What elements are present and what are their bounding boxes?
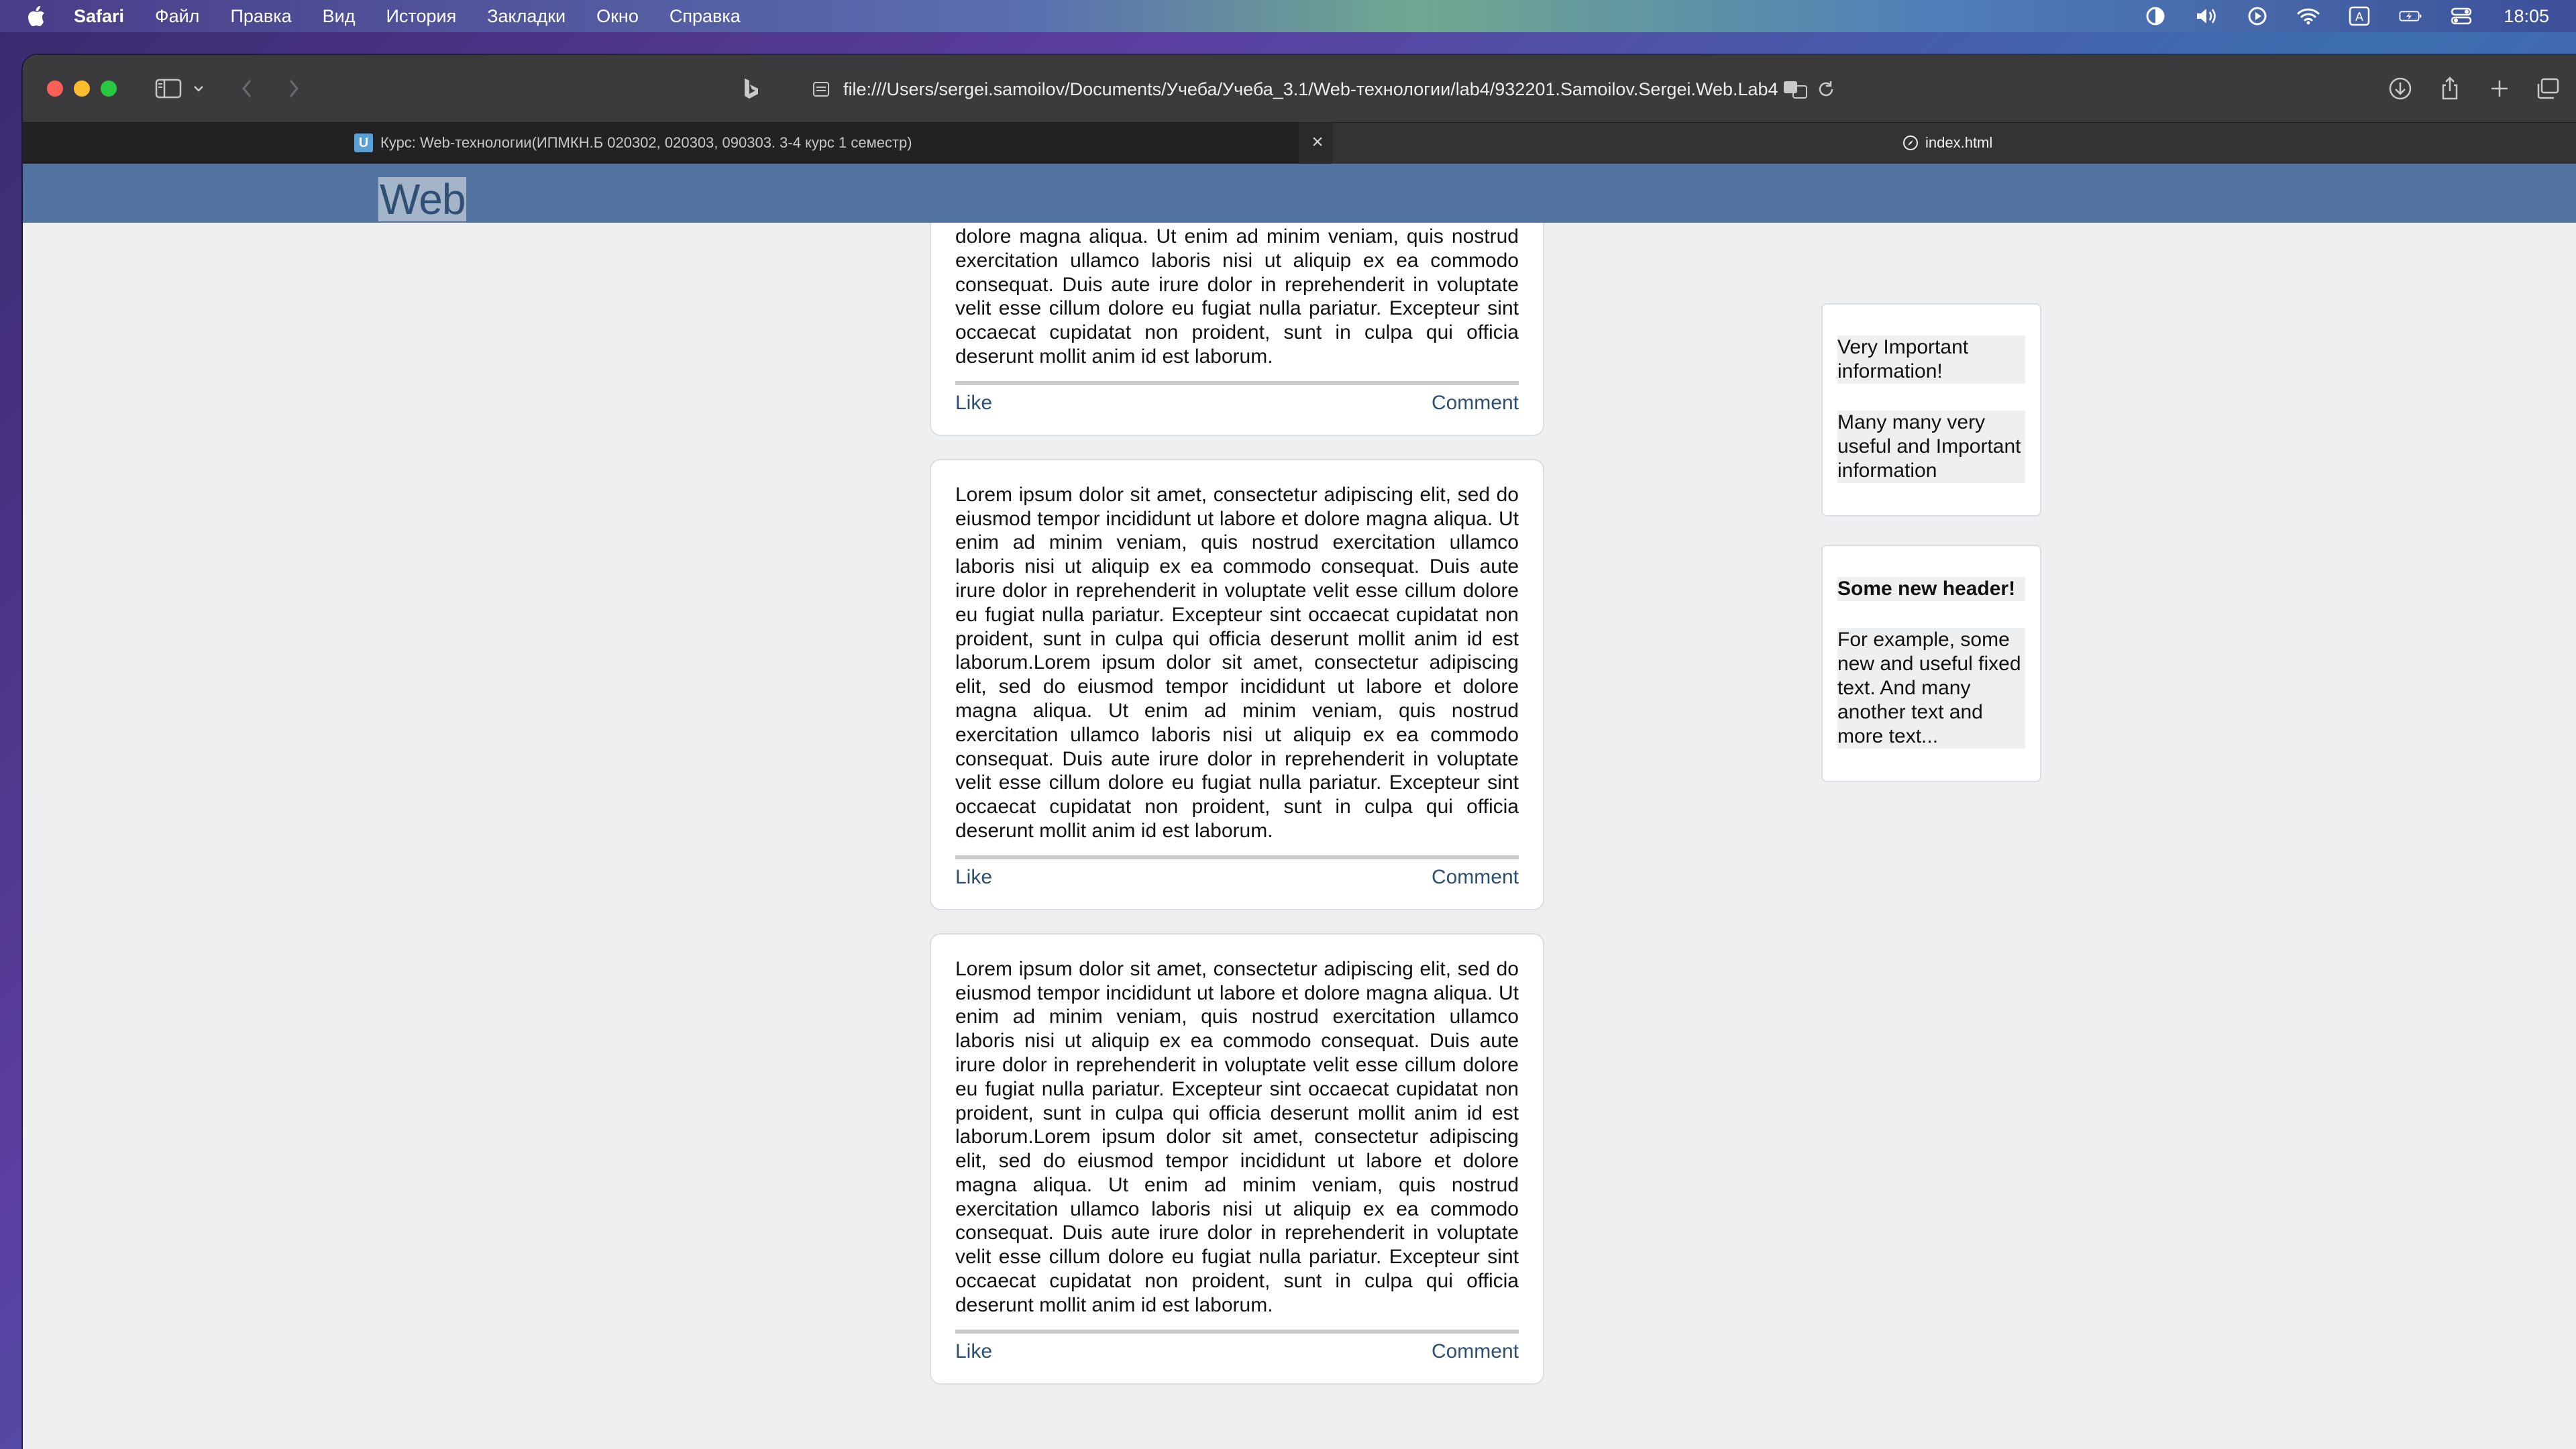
card-header: Some new header! (1837, 577, 2025, 601)
comment-link[interactable]: Comment (1432, 392, 1519, 415)
menu-window[interactable]: Окно (596, 6, 639, 27)
card-body: For example, some new and useful fixed t… (1837, 628, 2025, 749)
close-window-button[interactable] (47, 80, 63, 97)
post-card: Lorem ipsum dolor sit amet, consectetur … (930, 932, 1544, 1385)
comment-link[interactable]: Comment (1432, 1340, 1519, 1363)
safari-window: file:///Users/sergei.samoilov/Documents/… (23, 55, 2576, 1449)
new-tab-icon[interactable] (2486, 76, 2513, 101)
sidebar-toggle-icon[interactable] (152, 76, 185, 101)
wifi-icon[interactable] (2297, 6, 2320, 26)
tab-index-html[interactable]: index.html (1332, 123, 2576, 164)
forward-button[interactable] (282, 76, 306, 101)
compass-icon (1902, 135, 1919, 151)
like-link[interactable]: Like (955, 1340, 992, 1363)
window-controls (47, 80, 127, 97)
post-actions: Like Comment (955, 866, 1519, 889)
header-card: Some new header! For example, some new a… (1821, 545, 2041, 782)
info-title: Very Important information! (1837, 335, 2025, 384)
tab-title: Курс: Web-технологии(ИПМКН.Б 020302, 020… (380, 134, 912, 151)
posts-feed: Duis aute irure dolor in reprehenderit i… (930, 164, 1544, 1407)
menu-help[interactable]: Справка (669, 6, 741, 27)
tab-overview-icon[interactable] (2534, 76, 2561, 101)
web-page-viewport[interactable]: Web Duis aute irure dolor in reprehender… (23, 164, 2576, 1449)
control-center-icon[interactable] (2450, 6, 2473, 26)
menu-app-safari[interactable]: Safari (74, 6, 124, 27)
bing-search-icon[interactable] (738, 76, 765, 101)
info-card: Very Important information! Many many ve… (1821, 303, 2041, 517)
share-icon[interactable] (2436, 76, 2463, 101)
translate-icon[interactable] (1782, 79, 1809, 104)
volume-icon[interactable] (2195, 6, 2218, 26)
post-divider (955, 380, 1519, 385)
post-actions: Like Comment (955, 1340, 1519, 1363)
url-text[interactable]: file:///Users/sergei.samoilov/Documents/… (843, 79, 1782, 100)
maximize-window-button[interactable] (101, 80, 117, 97)
reload-icon[interactable] (1816, 79, 1836, 104)
post-actions: Like Comment (955, 392, 1519, 415)
post-text: Lorem ipsum dolor sit amet, consectetur … (955, 483, 1519, 842)
post-text: Lorem ipsum dolor sit amet, consectetur … (955, 957, 1519, 1316)
address-bar[interactable]: file:///Users/sergei.samoilov/Documents/… (774, 72, 1833, 106)
page-settings-icon[interactable] (812, 80, 830, 103)
site-logo[interactable]: Web (378, 177, 467, 221)
menu-view[interactable]: Вид (323, 6, 356, 27)
back-button[interactable] (235, 76, 259, 101)
tab-bar: U Курс: Web-технологии(ИПМКН.Б 020302, 0… (23, 122, 2576, 164)
post-card: Lorem ipsum dolor sit amet, consectetur … (930, 458, 1544, 910)
close-tab-icon[interactable]: × (1307, 131, 1328, 153)
menu-history[interactable]: История (386, 6, 457, 27)
downloads-icon[interactable] (2387, 76, 2414, 101)
menu-bookmarks[interactable]: Закладки (487, 6, 566, 27)
tab-course[interactable]: U Курс: Web-технологии(ИПМКН.Б 020302, 0… (23, 123, 1299, 164)
input-source-icon[interactable]: A (2348, 6, 2371, 26)
moodle-favicon-icon: U (354, 133, 373, 152)
input-source-label: A (2355, 10, 2363, 23)
safari-toolbar: file:///Users/sergei.samoilov/Documents/… (23, 55, 2576, 122)
display-mode-icon[interactable] (2144, 6, 2167, 26)
battery-icon[interactable] (2399, 6, 2422, 26)
menu-edit[interactable]: Правка (230, 6, 291, 27)
macos-menu-bar: Safari Файл Правка Вид История Закладки … (0, 0, 2576, 32)
menu-clock[interactable]: 18:05 (2504, 6, 2549, 27)
tab-title: index.html (1925, 134, 1993, 151)
like-link[interactable]: Like (955, 866, 992, 889)
info-body: Many many very useful and Important info… (1837, 411, 2025, 483)
sidebar: Very Important information! Many many ve… (1821, 303, 2041, 810)
now-playing-icon[interactable] (2246, 6, 2269, 26)
apple-menu-icon[interactable] (27, 5, 47, 28)
minimize-window-button[interactable] (74, 80, 90, 97)
like-link[interactable]: Like (955, 392, 992, 415)
chevron-down-icon[interactable] (191, 76, 207, 101)
comment-link[interactable]: Comment (1432, 866, 1519, 889)
post-divider (955, 855, 1519, 859)
site-header: Web (23, 164, 2576, 223)
menu-file[interactable]: Файл (155, 6, 199, 27)
post-divider (955, 1329, 1519, 1334)
